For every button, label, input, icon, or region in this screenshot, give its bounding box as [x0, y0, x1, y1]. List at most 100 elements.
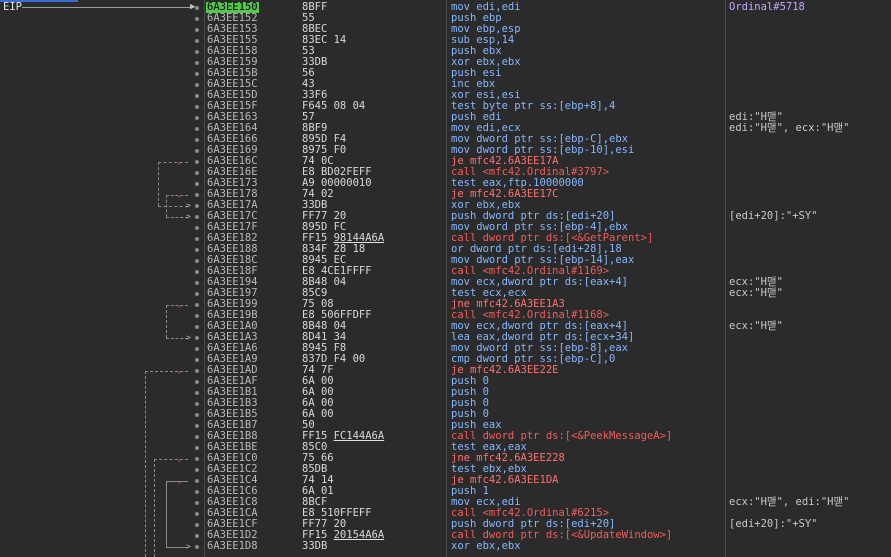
breakpoint-dot-icon[interactable]: [195, 391, 199, 395]
breakpoint-dot-icon[interactable]: [195, 259, 199, 263]
breakpoint-dot-icon[interactable]: [195, 435, 199, 439]
disassembly-view[interactable]: EIP ▶ 6A3EE150 8BFF mov edi,edi Ordinal#571…: [0, 0, 891, 557]
breakpoint-dot-icon[interactable]: [195, 39, 199, 43]
breakpoint-dot-icon[interactable]: [195, 314, 199, 318]
breakpoint-dot-icon[interactable]: [195, 347, 199, 351]
instruction-row[interactable]: 6A3EE1B5 6A 00 push 0: [0, 409, 891, 420]
breakpoint-dot-icon[interactable]: [195, 292, 199, 296]
address[interactable]: 6A3EE1D8: [207, 541, 258, 552]
instruction-row[interactable]: ⌄ 6A3EE178 74 02 je mfc42.6A3EE17C: [0, 189, 891, 200]
instruction-row[interactable]: 6A3EE188 834F 28 18 or dword ptr ds:[edi+2…: [0, 244, 891, 255]
instruction-row[interactable]: 6A3EE17C FF77 20 push dword ptr ds:[edi+20…: [0, 211, 891, 222]
instruction-row[interactable]: 6A3EE15D 33F6 xor esi,esi: [0, 90, 891, 101]
jump-arrow-line: [154, 459, 188, 460]
breakpoint-dot-icon[interactable]: [195, 545, 199, 549]
instruction-row[interactable]: 6A3EE1BE 85C0 test eax,eax: [0, 442, 891, 453]
instruction-row[interactable]: 6A3EE1D2 FF15 20154A6A call dword ptr ds:[…: [0, 530, 891, 541]
breakpoint-dot-icon[interactable]: [195, 336, 199, 340]
jump-arrow-line: [158, 162, 188, 163]
instruction-row[interactable]: 6A3EE1C8 8BCF mov ecx,edi ecx:"H맫", edi:"H맫…: [0, 497, 891, 508]
breakpoint-dot-icon[interactable]: [195, 424, 199, 428]
breakpoint-dot-icon[interactable]: [195, 204, 199, 208]
instruction-row[interactable]: 6A3EE164 8BF9 mov edi,ecx edi:"H맫", ecx:"H맫…: [0, 123, 891, 134]
instruction-row[interactable]: 6A3EE16E E8 BD02FEFF call <mfc42.Ordinal#3…: [0, 167, 891, 178]
breakpoint-dot-icon[interactable]: [195, 138, 199, 142]
breakpoint-dot-icon[interactable]: [195, 105, 199, 109]
comment: [edi+20]:"+SY": [729, 518, 818, 530]
instruction-row[interactable]: 6A3EE158 53 push ebx: [0, 46, 891, 57]
breakpoint-dot-icon[interactable]: [195, 182, 199, 186]
instruction-row[interactable]: 6A3EE169 8975 F0 mov dword ptr ss:[ebp-10]…: [0, 145, 891, 156]
comment: ecx:"H맫": [729, 287, 783, 299]
breakpoint-dot-icon[interactable]: [195, 72, 199, 76]
instruction-row[interactable]: 6A3EE17F 895D FC mov dword ptr ss:[ebp-4],…: [0, 222, 891, 233]
instruction-row[interactable]: 6A3EE1A6 8945 F8 mov dword ptr ss:[ebp-8],…: [0, 343, 891, 354]
breakpoint-dot-icon[interactable]: [195, 402, 199, 406]
instruction-row[interactable]: 6A3EE1B7 50 push eax: [0, 420, 891, 431]
instruction-row[interactable]: 6A3EE1B3 6A 00 push 0: [0, 398, 891, 409]
instruction-row[interactable]: 6A3EE1B8 FF15 FC144A6A call dword ptr ds:[…: [0, 431, 891, 442]
instruction-row[interactable]: ⌄6A3EE1C474 14je mfc42.6A3EE1DA: [0, 475, 891, 486]
breakpoint-dot-icon[interactable]: [195, 446, 199, 450]
breakpoint-dot-icon[interactable]: [195, 270, 199, 274]
instruction-row[interactable]: 6A3EE15B 56 push esi: [0, 68, 891, 79]
breakpoint-dot-icon[interactable]: [195, 50, 199, 54]
breakpoint-dot-icon[interactable]: [195, 457, 199, 461]
breakpoint-dot-icon[interactable]: [195, 127, 199, 131]
breakpoint-dot-icon[interactable]: [195, 534, 199, 538]
breakpoint-dot-icon[interactable]: [195, 6, 199, 10]
breakpoint-dot-icon[interactable]: [195, 83, 199, 87]
breakpoint-dot-icon[interactable]: [195, 512, 199, 516]
breakpoint-dot-icon[interactable]: [195, 281, 199, 285]
breakpoint-dot-icon[interactable]: [195, 226, 199, 230]
breakpoint-dot-icon[interactable]: [195, 479, 199, 483]
instruction-row[interactable]: 6A3EE1B1 6A 00 push 0: [0, 387, 891, 398]
instruction-row[interactable]: ⌄ 6A3EE1AD 74 7F je mfc42.6A3EE22E: [0, 365, 891, 376]
instruction-row[interactable]: 6A3EE182 FF15 98144A6A call dword ptr ds:[…: [0, 233, 891, 244]
instruction-row[interactable]: 6A3EE1A0 8B48 04 mov ecx,dword ptr ds:[eax…: [0, 321, 891, 332]
breakpoint-dot-icon[interactable]: [195, 303, 199, 307]
instruction-row[interactable]: 6A3EE1A9 837D F4 00 cmp dword ptr ss:[ebp-…: [0, 354, 891, 365]
breakpoint-dot-icon[interactable]: [195, 490, 199, 494]
breakpoint-dot-icon[interactable]: [195, 237, 199, 241]
breakpoint-dot-icon[interactable]: [195, 28, 199, 32]
instruction-row[interactable]: 6A3EE150 8BFF mov edi,edi Ordinal#5718: [0, 2, 891, 13]
instruction-row[interactable]: 6A3EE1C2 85DB test ebx,ebx: [0, 464, 891, 475]
breakpoint-dot-icon[interactable]: [195, 413, 199, 417]
instruction-row[interactable]: 6A3EE1CF FF77 20 push dword ptr ds:[edi+20…: [0, 519, 891, 530]
breakpoint-dot-icon[interactable]: [195, 325, 199, 329]
breakpoint-dot-icon[interactable]: [195, 160, 199, 164]
breakpoint-dot-icon[interactable]: [195, 94, 199, 98]
breakpoint-dot-icon[interactable]: [195, 193, 199, 197]
instruction-row[interactable]: 6A3EE1AF 6A 00 push 0: [0, 376, 891, 387]
instruction-row[interactable]: 6A3EE1A3 8D41 34 lea eax,dword ptr ds:[ecx…: [0, 332, 891, 343]
instruction-row[interactable]: 6A3EE15C 43 inc ebx: [0, 79, 891, 90]
instruction-row[interactable]: 6A3EE153 8BEC mov ebp,esp: [0, 24, 891, 35]
instruction-row[interactable]: 6A3EE152 55 push ebp: [0, 13, 891, 24]
instruction-row[interactable]: 6A3EE173 A9 00000010 test eax,ftp.10000000: [0, 178, 891, 189]
disassembly[interactable]: xor ebx,ebx: [451, 541, 521, 552]
instruction-row[interactable]: ⌄ 6A3EE1C0 75 66 jne mfc42.6A3EE228: [0, 453, 891, 464]
instruction-row[interactable]: 6A3EE1D8 33DB xor ebx,ebx: [0, 541, 891, 552]
instruction-row[interactable]: ⌄ 6A3EE16C 74 0C je mfc42.6A3EE17A: [0, 156, 891, 167]
breakpoint-dot-icon[interactable]: [195, 380, 199, 384]
breakpoint-dot-icon[interactable]: [195, 171, 199, 175]
breakpoint-dot-icon[interactable]: [195, 358, 199, 362]
breakpoint-dot-icon[interactable]: [195, 215, 199, 219]
instruction-row[interactable]: 6A3EE18C 8945 EC mov dword ptr ss:[ebp-14]…: [0, 255, 891, 266]
breakpoint-dot-icon[interactable]: [195, 468, 199, 472]
breakpoint-dot-icon[interactable]: [195, 116, 199, 120]
breakpoint-dot-icon[interactable]: [195, 61, 199, 65]
breakpoint-dot-icon[interactable]: [195, 369, 199, 373]
instruction-row[interactable]: 6A3EE159 33DB xor ebx,ebx: [0, 57, 891, 68]
breakpoint-dot-icon[interactable]: [195, 501, 199, 505]
jump-arrow-line: [166, 338, 188, 339]
instruction-row[interactable]: 6A3EE155 83EC 14 sub esp,14: [0, 35, 891, 46]
breakpoint-dot-icon[interactable]: [195, 248, 199, 252]
breakpoint-dot-icon[interactable]: [195, 149, 199, 153]
instruction-row[interactable]: 6A3EE197 85C9 test ecx,ecx ecx:"H맫": [0, 288, 891, 299]
instruction-row[interactable]: 6A3EE166 895D F4 mov dword ptr ss:[ebp-C],…: [0, 134, 891, 145]
breakpoint-dot-icon[interactable]: [195, 17, 199, 21]
instruction-row[interactable]: ⌄ 6A3EE199 75 08 jne mfc42.6A3EE1A3: [0, 299, 891, 310]
breakpoint-dot-icon[interactable]: [195, 523, 199, 527]
